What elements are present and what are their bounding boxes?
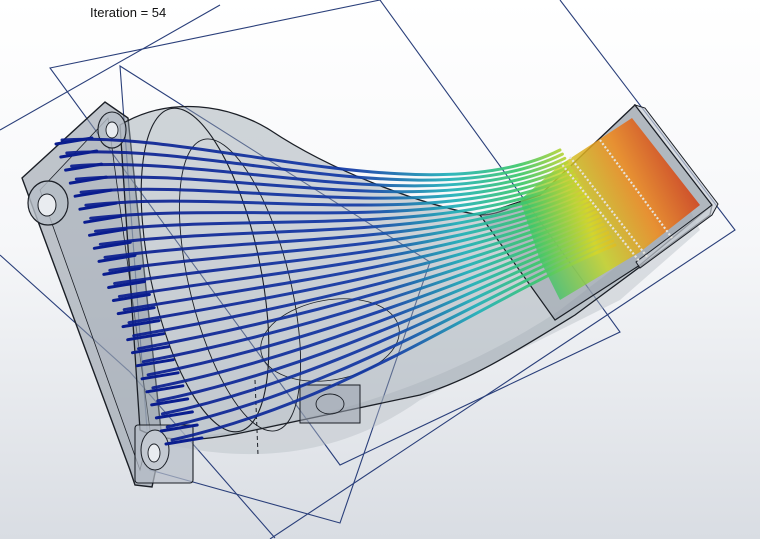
bolt-boss-upper[interactable] bbox=[97, 111, 127, 149]
sensor-boss[interactable] bbox=[299, 384, 361, 424]
iteration-label: Iteration = 54 bbox=[90, 5, 167, 20]
bolt-boss-top[interactable] bbox=[27, 180, 69, 226]
graphics-viewport[interactable] bbox=[0, 0, 760, 539]
bolt-boss-bottom[interactable] bbox=[134, 424, 194, 484]
